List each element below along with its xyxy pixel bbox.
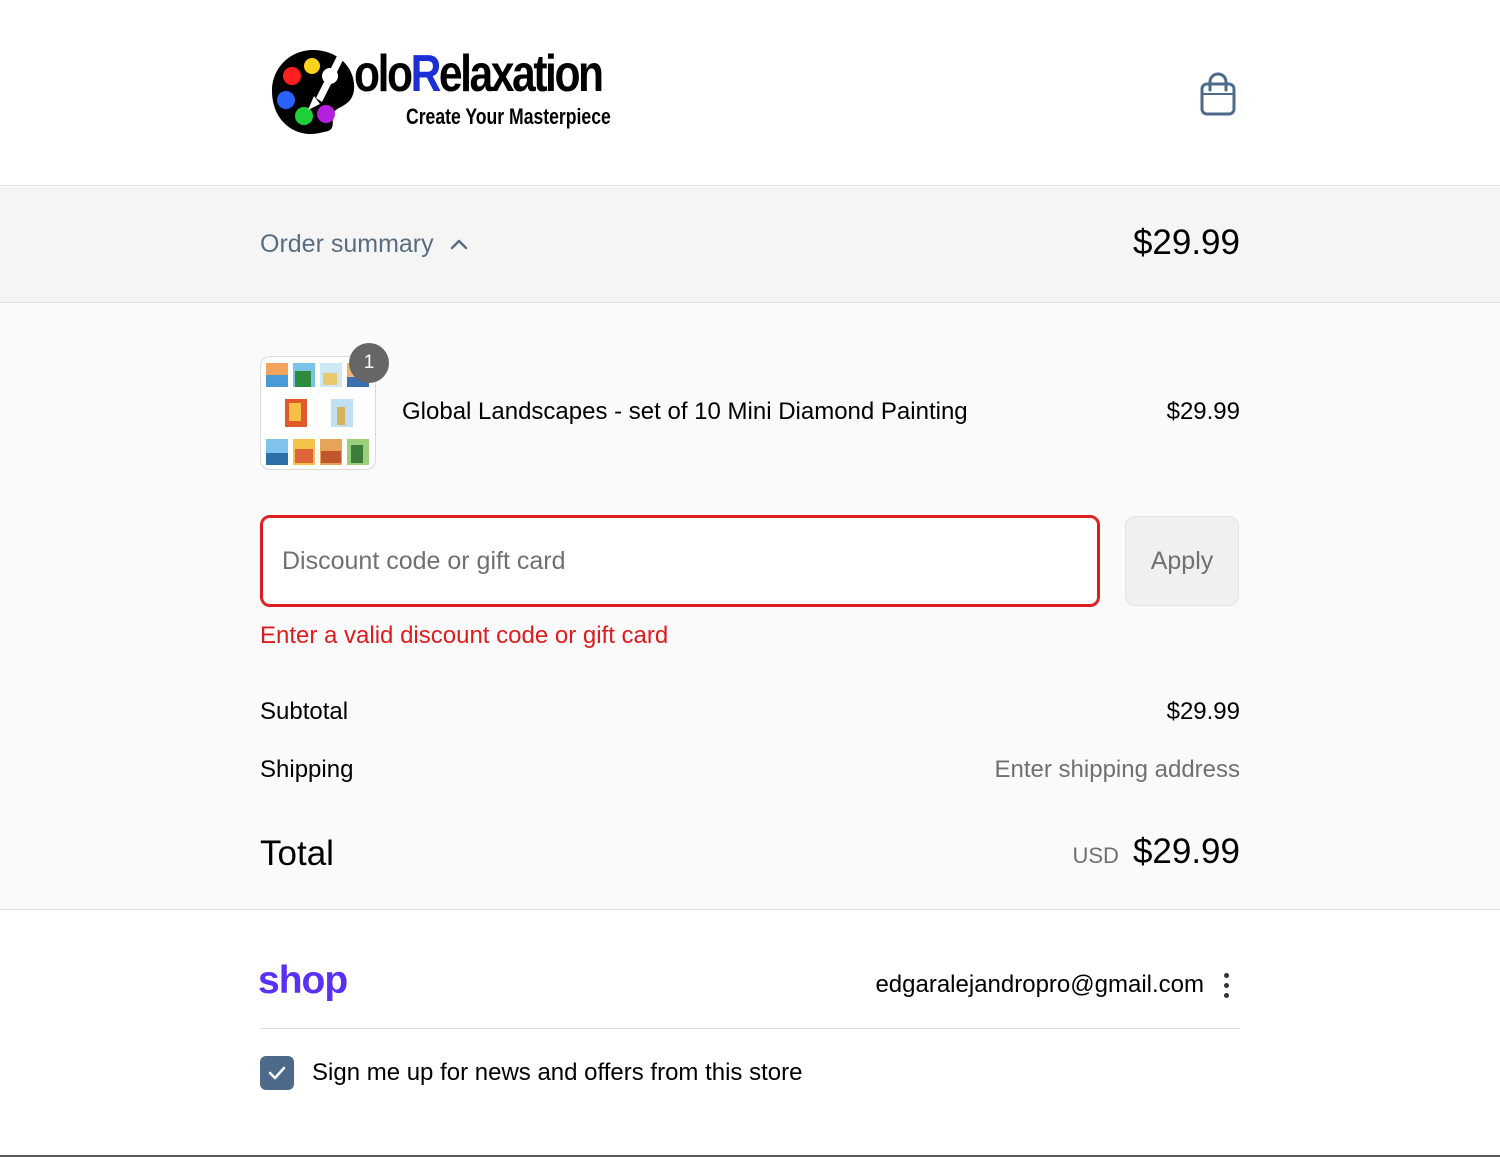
shop-logo: shop <box>258 959 348 1002</box>
shopping-bag-icon <box>1200 72 1236 116</box>
total-label: Total <box>260 834 334 873</box>
apply-discount-button[interactable]: Apply <box>1125 516 1239 606</box>
total-amount: $29.99 <box>1132 832 1240 871</box>
shop-pay-section: shop edgaralejandropro@gmail.com Sign me… <box>0 911 1500 1157</box>
order-summary-details: 1 Global Landscapes - set of 10 Mini Dia… <box>0 304 1500 910</box>
subtotal-value: $29.99 <box>1166 698 1240 725</box>
newsletter-opt-in[interactable]: Sign me up for news and offers from this… <box>260 1056 802 1090</box>
account-email: edgaralejandropro@gmail.com <box>875 971 1204 998</box>
store-logo[interactable]: oloRelaxation Create Your Masterpiece <box>268 44 628 140</box>
quantity-badge: 1 <box>349 343 389 383</box>
brand-name: oloRelaxation <box>354 45 604 103</box>
order-summary-label: Order summary <box>260 229 434 258</box>
discount-error-message: Enter a valid discount code or gift card <box>260 622 669 649</box>
discount-code-input[interactable] <box>260 515 1100 607</box>
order-summary-toggle[interactable]: Order summary <box>260 227 468 261</box>
chevron-up-icon <box>450 239 467 250</box>
total-value: USD $29.99 <box>1072 832 1240 872</box>
shipping-label: Shipping <box>260 756 354 783</box>
header: oloRelaxation Create Your Masterpiece <box>0 0 1500 186</box>
product-price: $29.99 <box>1166 398 1240 425</box>
newsletter-checkbox[interactable] <box>260 1056 294 1090</box>
cart-button[interactable] <box>1196 70 1240 118</box>
product-name: Global Landscapes - set of 10 Mini Diamo… <box>402 398 968 425</box>
kebab-menu-icon[interactable] <box>1216 969 1236 1001</box>
product-thumbnail: 1 <box>260 343 389 470</box>
divider <box>260 1028 1240 1029</box>
order-summary-total: $29.99 <box>1132 223 1240 262</box>
newsletter-label: Sign me up for news and offers from this… <box>312 1059 803 1086</box>
checkmark-icon <box>268 1066 286 1080</box>
subtotal-label: Subtotal <box>260 698 349 725</box>
brand-tagline: Create Your Masterpiece <box>406 104 611 129</box>
total-currency: USD <box>1072 843 1119 868</box>
shipping-value: Enter shipping address <box>994 756 1240 783</box>
order-summary-bar: Order summary $29.99 <box>0 187 1500 303</box>
palette-icon <box>272 50 355 134</box>
